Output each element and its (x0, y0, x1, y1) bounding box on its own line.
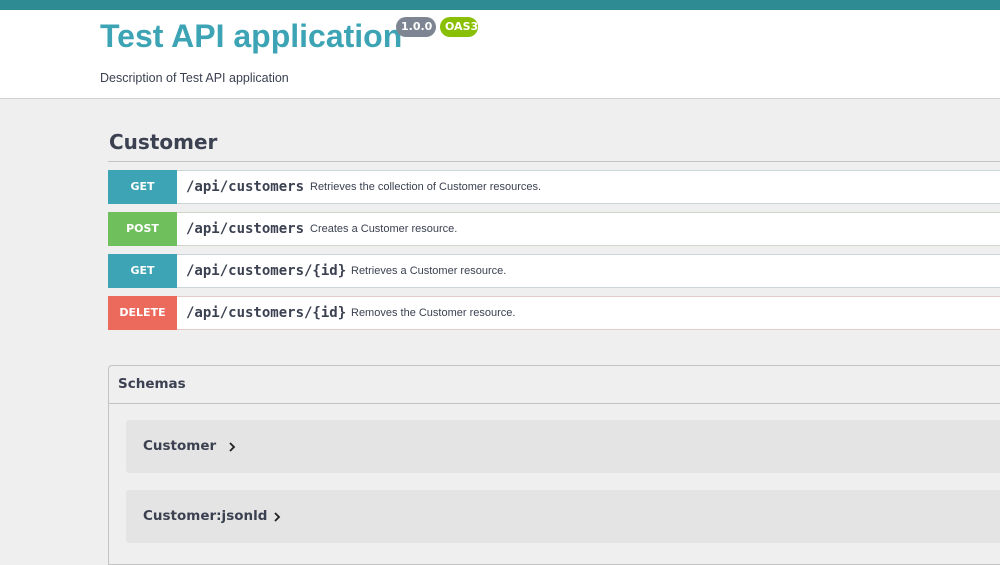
operation-get-customers[interactable]: GET /api/customers Retrieves the collect… (108, 170, 1000, 204)
oas-badge: OAS3 (440, 17, 478, 37)
schemas-section: Schemas Customer Customer:jsonld (108, 365, 1000, 565)
operation-summary: Retrieves a Customer resource. (351, 265, 507, 277)
method-badge: GET (108, 254, 177, 288)
operation-summary: Retrieves the collection of Customer res… (310, 181, 542, 193)
operation-path: /api/customers/{id} (186, 305, 347, 321)
api-description: Description of Test API application (100, 71, 289, 85)
operation-post-customers[interactable]: POST /api/customers Creates a Customer r… (108, 212, 1000, 246)
operation-get-customer-by-id[interactable]: GET /api/customers/{id} Retrieves a Cust… (108, 254, 1000, 288)
section-divider (108, 161, 1000, 162)
model-customer-jsonld[interactable]: Customer:jsonld (126, 490, 1000, 543)
operation-path: /api/customers (186, 179, 305, 195)
method-badge: GET (108, 170, 177, 204)
version-badge: 1.0.0 (396, 17, 436, 37)
operation-path: /api/customers/{id} (186, 263, 347, 279)
top-bar (0, 0, 1000, 10)
operation-path: /api/customers (186, 221, 305, 237)
operation-delete-customer[interactable]: DELETE /api/customers/{id} Removes the C… (108, 296, 1000, 330)
operation-summary: Creates a Customer resource. (310, 223, 458, 235)
model-customer[interactable]: Customer (126, 420, 1000, 473)
api-info: Test API application 1.0.0 OAS3 Descript… (0, 10, 1000, 99)
method-badge: DELETE (108, 296, 177, 330)
chevron-right-icon[interactable] (271, 510, 283, 524)
model-name: Customer:jsonld (143, 508, 268, 524)
api-title: Test API application (100, 18, 403, 54)
schemas-header[interactable]: Schemas (109, 366, 1000, 404)
tag-section-title[interactable]: Customer (109, 130, 217, 154)
method-badge: POST (108, 212, 177, 246)
chevron-right-icon[interactable] (226, 440, 238, 454)
schemas-title: Schemas (118, 376, 186, 392)
operation-summary: Removes the Customer resource. (351, 307, 516, 319)
model-name: Customer (143, 438, 217, 454)
